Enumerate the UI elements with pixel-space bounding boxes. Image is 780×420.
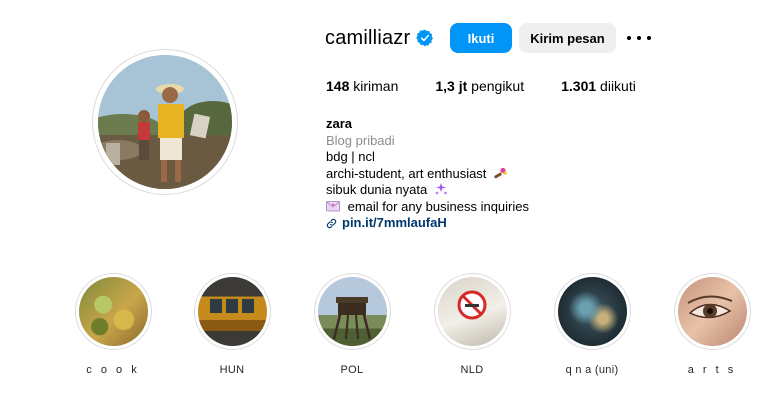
bio-line: bdg | ncl [326, 149, 375, 164]
bio-line: email for any business inquiries [347, 198, 529, 214]
highlight-ring [74, 273, 152, 350]
following-stat[interactable]: 1.301 diikuti [561, 78, 636, 94]
paintbrush-icon [494, 167, 507, 178]
profile-category: Blog pribadi [326, 132, 395, 148]
highlight-cover [677, 277, 747, 346]
highlight-label: c o o k [86, 364, 140, 376]
bio-line: sibuk dunia nyata [326, 182, 428, 197]
avatar-photo [98, 55, 232, 189]
highlight-arts[interactable]: a r t s [672, 273, 752, 376]
posts-label: kiriman [353, 78, 399, 94]
highlight-label: POL [340, 364, 364, 376]
followers-count: 1,3 jt [435, 78, 468, 94]
watchtower-graphic [332, 297, 371, 340]
highlight-ring [673, 273, 751, 350]
following-label: diikuti [600, 78, 636, 94]
highlight-pol[interactable]: POL [312, 273, 392, 376]
dot [647, 36, 651, 40]
verified-badge-icon [416, 29, 434, 47]
link-icon [326, 218, 337, 228]
highlight-ring [433, 273, 511, 350]
highlight-label: a r t s [687, 364, 737, 376]
bio-link[interactable]: pin.it/7mmlaufaH [326, 215, 529, 232]
highlight-hun[interactable]: HUN [192, 273, 272, 376]
posts-count: 148 [326, 78, 350, 94]
profile-avatar[interactable] [98, 55, 232, 189]
painted-eye-graphic [686, 295, 732, 319]
bio-line: archi-student, art enthusiast [326, 165, 487, 181]
bio-link-text: pin.it/7mmlaufaH [342, 215, 447, 230]
username-row: camilliazr [325, 23, 434, 53]
sparkles-icon [435, 183, 447, 195]
highlight-cover [557, 277, 627, 346]
no-smoking-sign-graphic [457, 290, 486, 320]
bio-line-wrap: sibuk dunia nyata [326, 182, 529, 199]
highlight-cover [437, 277, 507, 346]
bio-line-wrap: email for any business inquiries [326, 199, 529, 216]
highlight-ring [553, 273, 631, 350]
highlight-label: NLD [460, 364, 484, 376]
story-highlights: c o o k HUN POL NLD q n a (uni) a r t s [73, 273, 753, 383]
profile-bio: zara Blog pribadi bdg | ncl archi-studen… [326, 116, 529, 232]
followers-label: pengikut [471, 78, 525, 94]
dot [637, 36, 641, 40]
highlight-cover [317, 277, 387, 346]
posts-stat: 148 kiriman [326, 78, 398, 94]
follow-button[interactable]: Ikuti [450, 23, 512, 53]
following-count: 1.301 [561, 78, 597, 94]
profile-avatar-ring[interactable] [92, 49, 238, 195]
highlight-label: q n a (uni) [565, 364, 619, 376]
highlight-ring [313, 273, 391, 350]
envelope-icon [326, 200, 340, 211]
send-message-button[interactable]: Kirim pesan [519, 23, 616, 53]
profile-stats: 148 kiriman 1,3 jt pengikut 1.301 diikut… [326, 78, 673, 94]
highlight-nld[interactable]: NLD [432, 273, 512, 376]
highlight-cook[interactable]: c o o k [73, 273, 153, 376]
tram-window-graphic [209, 299, 254, 313]
highlight-label: HUN [219, 364, 245, 376]
more-options-icon[interactable] [627, 30, 651, 46]
highlight-cover [78, 277, 148, 346]
dot [627, 36, 631, 40]
followers-stat[interactable]: 1,3 jt pengikut [435, 78, 524, 94]
highlight-ring [193, 273, 271, 350]
bio-line-wrap: archi-student, art enthusiast [326, 166, 529, 183]
username: camilliazr [325, 26, 411, 49]
display-name: zara [326, 116, 353, 131]
highlight-qna[interactable]: q n a (uni) [552, 273, 632, 376]
highlight-cover [197, 277, 267, 346]
